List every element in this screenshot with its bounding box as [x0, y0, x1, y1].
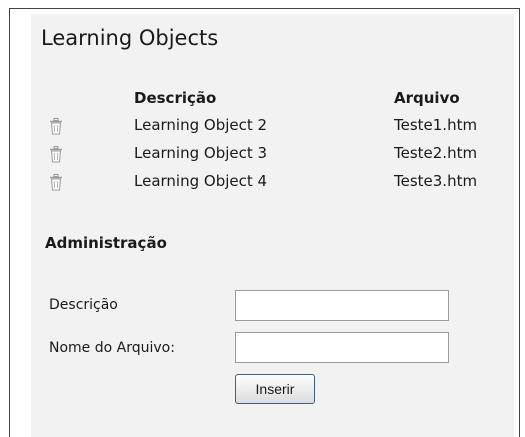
arquivo-input[interactable] — [235, 332, 449, 363]
admin-section-title: Administração — [45, 234, 167, 252]
row-descricao: Learning Object 3 — [134, 144, 268, 162]
trash-icon[interactable] — [49, 174, 63, 191]
descricao-field-label: Descrição — [49, 297, 118, 313]
trash-icon[interactable] — [49, 118, 63, 135]
arquivo-field-label: Nome do Arquivo: — [49, 340, 175, 356]
table-row: Learning Object 2 Teste1.htm — [0, 115, 525, 139]
table-row: Learning Object 4 Teste3.htm — [0, 171, 525, 195]
row-arquivo: Teste3.htm — [394, 172, 478, 190]
column-header-descricao: Descrição — [134, 89, 217, 107]
trash-icon[interactable] — [49, 146, 63, 163]
row-descricao: Learning Object 2 — [134, 116, 268, 134]
row-descricao: Learning Object 4 — [134, 172, 268, 190]
page-title: Learning Objects — [41, 26, 219, 50]
row-arquivo: Teste2.htm — [394, 144, 478, 162]
column-header-arquivo: Arquivo — [394, 89, 460, 107]
inserir-button[interactable]: Inserir — [235, 374, 315, 404]
table-row: Learning Object 3 Teste2.htm — [0, 143, 525, 167]
row-arquivo: Teste1.htm — [394, 116, 478, 134]
descricao-input[interactable] — [235, 290, 449, 321]
